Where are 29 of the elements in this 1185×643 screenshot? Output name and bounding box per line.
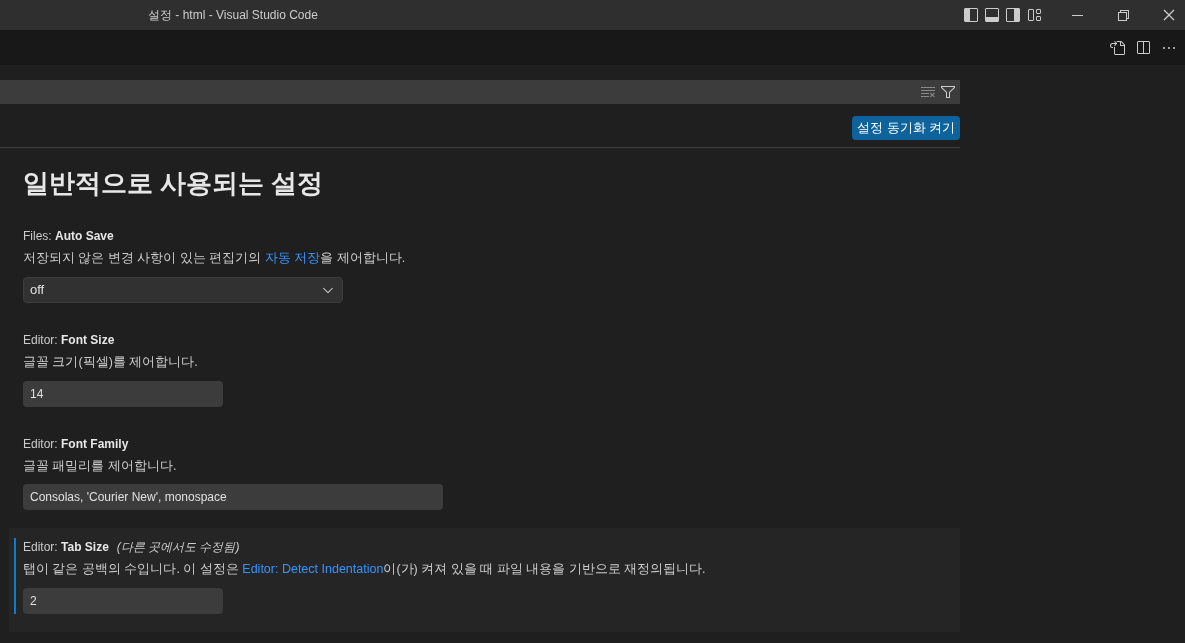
section-heading: 일반적으로 사용되는 설정	[23, 167, 325, 200]
setting-label: Editor: Font Family	[23, 435, 129, 453]
setting-link[interactable]: 자동 저장	[264, 251, 321, 265]
restore-icon[interactable]	[1115, 7, 1131, 23]
clear-icon[interactable]	[920, 84, 936, 100]
input-field[interactable]: 14	[23, 380, 223, 407]
input-field[interactable]: 2	[23, 588, 223, 614]
panel-icon[interactable]	[984, 7, 1000, 23]
setting-description: 저장되지 않은 변경 사항이 있는 편집기의 자동 저장을 제어합니다.	[23, 250, 406, 267]
input-field[interactable]: Consolas, 'Courier New', monospace	[23, 484, 443, 511]
setting-label: Editor: Tab Size	[23, 539, 109, 557]
setting-label: Files: Auto Save	[23, 228, 114, 245]
setting-description: 글꼴 크기(픽셀)를 제어합니다.	[23, 353, 199, 371]
split-editor-icon[interactable]	[1135, 39, 1151, 56]
setting-label: Editor: Font Size	[23, 331, 115, 349]
sidebar-left-icon[interactable]	[963, 7, 979, 23]
setting-link[interactable]: Editor: Detect Indentation	[242, 562, 384, 577]
layout-icon[interactable]	[1026, 7, 1042, 23]
dropdown[interactable]: off	[23, 276, 343, 303]
setting-description: 글꼴 패밀리를 제어합니다.	[23, 457, 178, 475]
open-file-icon[interactable]	[1109, 39, 1125, 56]
setting-description: 탭이 같은 공백의 수입니다. 이 설정은 Editor: Detect Indentation이(가) 켜져 있을 때 파일 내용을 기반으로 재정의됩니다.	[23, 561, 706, 579]
window-title: 설정 - html - Visual Studio Code	[148, 7, 318, 24]
sidebar-right-icon[interactable]	[1005, 7, 1021, 23]
close-icon[interactable]	[1161, 7, 1177, 23]
search-field[interactable]	[0, 80, 960, 104]
modified-note: (다른 곳에서도 수정됨)	[116, 539, 240, 557]
filter-icon[interactable]	[940, 84, 956, 100]
sync-button[interactable]: 설정 동기화 켜기	[852, 116, 960, 140]
